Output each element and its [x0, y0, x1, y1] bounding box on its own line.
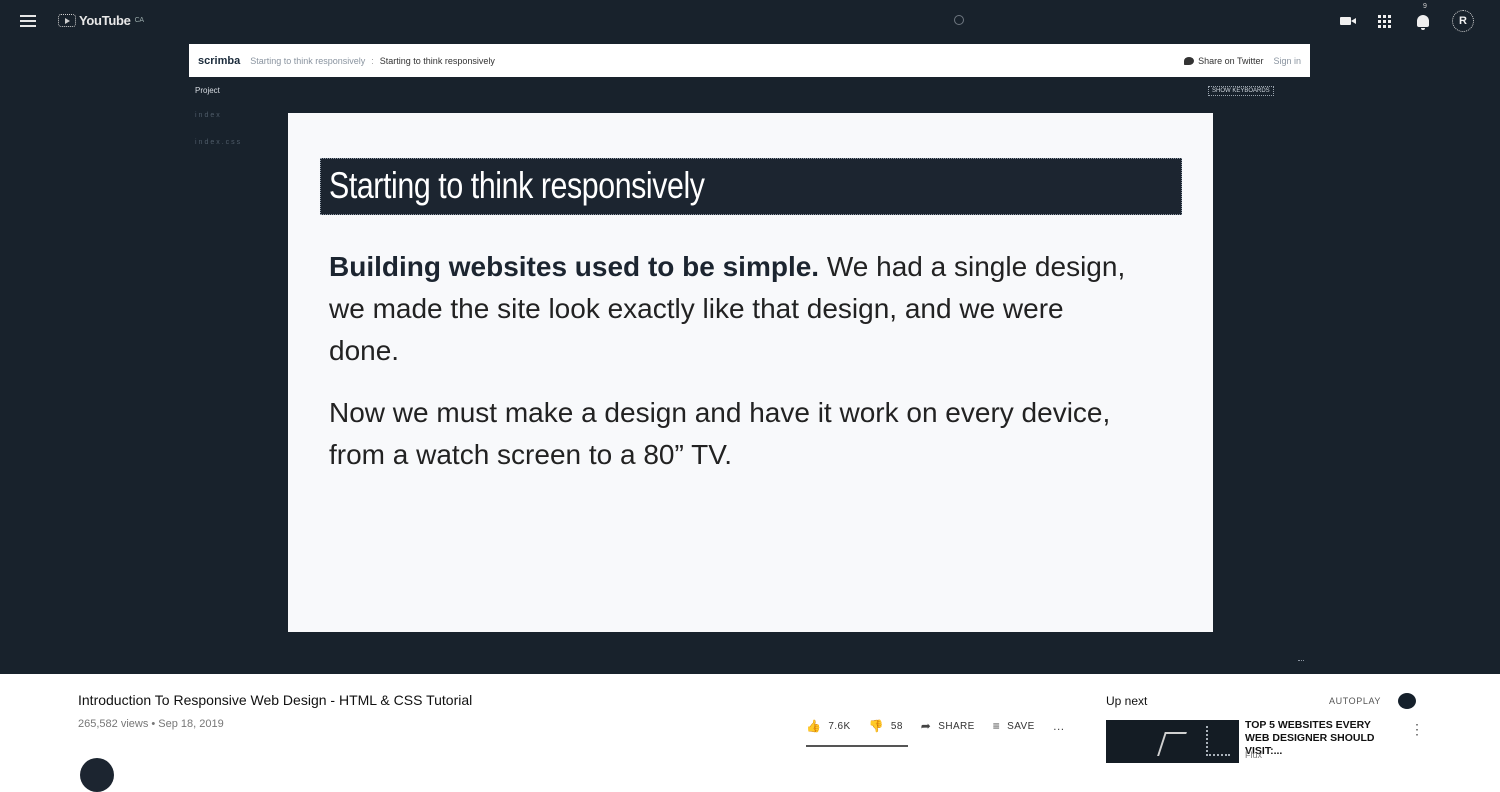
youtube-play-icon [58, 14, 76, 27]
create-video-button[interactable] [1335, 11, 1356, 31]
search-icon[interactable] [954, 15, 964, 25]
slide: Starting to think responsively Building … [288, 113, 1213, 632]
thumbs-up-icon: 👍 [806, 719, 822, 733]
slide-title: Starting to think responsively [329, 165, 705, 206]
logo-region: CA [134, 17, 144, 24]
more-actions-button[interactable]: … [1053, 719, 1065, 733]
playlist-add-icon: ≡ [992, 719, 1001, 733]
share-twitter-label: Share on Twitter [1198, 55, 1264, 66]
dislike-button[interactable]: 👎 58 [869, 719, 903, 733]
file-item-index[interactable]: index [195, 112, 222, 119]
like-button[interactable]: 👍 7.6K [806, 719, 851, 733]
like-count: 7.6K [828, 720, 851, 732]
slide-paragraph-2: Now we must make a design and have it wo… [329, 397, 1111, 470]
video-title: Introduction To Responsive Web Design - … [78, 692, 473, 708]
channel-avatar[interactable] [80, 758, 114, 792]
thumbnail-pattern [1206, 726, 1230, 756]
save-button[interactable]: ≡ SAVE [993, 719, 1035, 733]
breadcrumb-course[interactable]: Starting to think responsively [250, 56, 365, 66]
share-label: SHARE [938, 720, 975, 732]
next-video-thumbnail[interactable] [1106, 720, 1239, 763]
more-icon: … [1052, 719, 1066, 733]
like-ratio-bar [806, 745, 908, 747]
up-next-label: Up next [1106, 694, 1148, 708]
breadcrumb-lesson: Starting to think responsively [379, 55, 495, 66]
breadcrumb-separator: : [371, 55, 374, 66]
video-camera-icon [1339, 17, 1356, 25]
next-video-title[interactable]: TOP 5 WEBSITES EVERY WEB DESIGNER SHOULD… [1245, 719, 1395, 758]
slide-paragraph-1: Building websites used to be simple. We … [329, 246, 1129, 372]
save-label: SAVE [1007, 720, 1035, 732]
slide-title-bar: Starting to think responsively [320, 158, 1182, 215]
thumbnail-graphic [1157, 732, 1187, 756]
share-arrow-icon: ➦ [920, 719, 932, 733]
file-item-css[interactable]: index.css [195, 139, 242, 146]
scrimba-logo: scrimba [198, 54, 241, 67]
project-label: Project [195, 86, 220, 95]
header-actions: 9 R [1335, 3, 1474, 32]
autoplay-toggle[interactable] [1398, 693, 1416, 709]
player-corner-mark [1298, 660, 1304, 663]
scrimba-header: scrimba Starting to think responsively :… [189, 44, 1310, 77]
share-button[interactable]: ➦ SHARE [921, 719, 975, 733]
slide-paragraph-1-bold: Building websites used to be simple. [329, 251, 820, 282]
apps-grid-icon [1377, 14, 1391, 28]
twitter-icon [1184, 56, 1195, 65]
youtube-logo-text: YouTube [79, 13, 131, 28]
show-keyboards-button[interactable]: SHOW KEYBOARDS [1208, 86, 1274, 96]
bell-icon [1417, 15, 1429, 30]
dislike-count: 58 [890, 720, 903, 732]
notification-count: 9 [1423, 3, 1427, 10]
notifications-button[interactable]: 9 [1413, 3, 1433, 31]
top-bar: YouTube CA 9 R [0, 0, 1500, 44]
menu-icon[interactable] [20, 15, 36, 28]
thumbs-down-icon: 👎 [868, 719, 884, 733]
autoplay-label: AUTOPLAY [1329, 696, 1381, 706]
apps-button[interactable] [1374, 11, 1394, 31]
next-video-menu-icon[interactable]: ⋮ [1410, 721, 1424, 738]
next-video-channel[interactable]: Flux [1245, 750, 1262, 760]
youtube-logo[interactable]: YouTube CA [58, 13, 144, 28]
video-actions: 👍 7.6K 👎 58 ➦ SHARE ≡ SAVE … [806, 719, 1065, 733]
sign-in-link[interactable]: Sign in [1273, 56, 1301, 66]
account-avatar[interactable]: R [1452, 10, 1474, 32]
share-twitter-button[interactable]: Share on Twitter [1184, 56, 1263, 66]
video-meta: 265,582 views • Sep 18, 2019 [78, 718, 224, 730]
